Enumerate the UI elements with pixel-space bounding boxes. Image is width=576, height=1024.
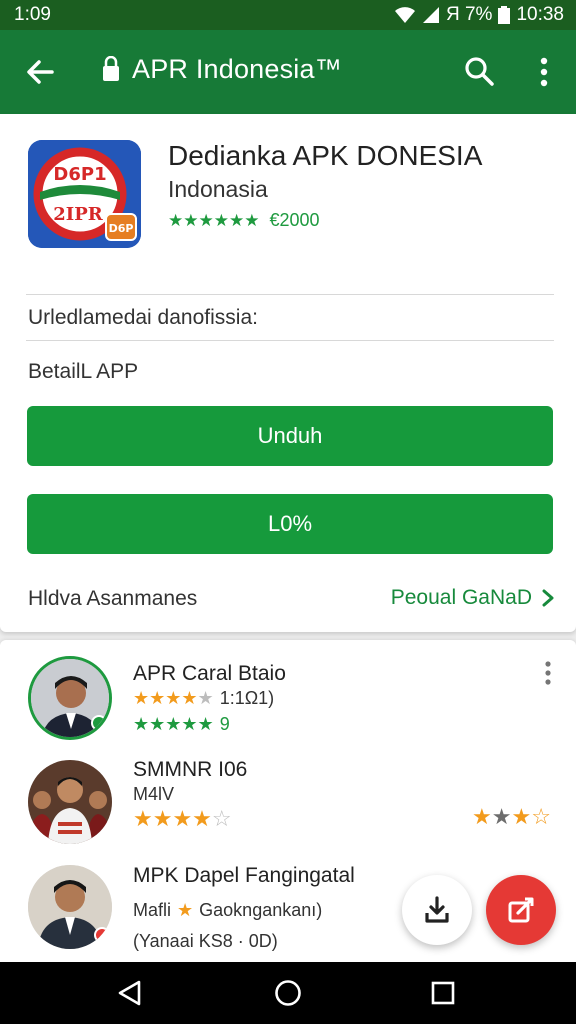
avatar[interactable] <box>28 865 112 949</box>
edit-icon <box>508 897 534 923</box>
wifi-icon <box>394 7 415 23</box>
review-stars: ★★★★★ <box>133 714 214 734</box>
progress-button[interactable]: L0% <box>27 494 553 554</box>
review-right-stars: ★★★☆ <box>472 804 551 830</box>
divider <box>26 294 554 295</box>
app-bar: APR Indonesia™ <box>0 30 576 114</box>
app-icon-text-top: D6P1 <box>53 164 106 185</box>
review-stars-empty: ☆ <box>211 806 232 831</box>
see-more-link[interactable]: Peoual GaNaD <box>391 586 554 610</box>
review-subtitle: Mafli ★ Gaokngankanı) <box>133 900 322 921</box>
review-meta: Gaokngankanı) <box>199 900 323 920</box>
nav-home-icon[interactable] <box>273 978 303 1008</box>
nav-recents-icon[interactable] <box>428 978 458 1008</box>
star-half: ☆ <box>531 804 551 829</box>
chevron-right-icon <box>542 589 554 607</box>
review-stars-empty: ★ <box>197 688 214 708</box>
app-price: €2000 <box>269 210 320 230</box>
avatar[interactable] <box>28 656 112 740</box>
detail-label: BetailL APP <box>28 360 139 383</box>
review-date-text: (Yanaai KS8 · 0D) <box>133 931 278 951</box>
download-button[interactable]: Unduh <box>27 406 553 466</box>
review-author: Mafli <box>133 900 172 920</box>
review-date: (Yanaai KS8 · 0D) <box>133 931 278 952</box>
nav-back-icon[interactable] <box>115 978 145 1008</box>
star-dark: ★ <box>491 804 512 829</box>
app-subtitle: Indonasia <box>168 176 268 202</box>
app-detail-card: D6P1 2IPR D6P Dedianka APK DONESIA Indon… <box>0 114 576 632</box>
app-name: Dedianka APK DONESIA <box>168 140 483 171</box>
app-description: Urledlamedai danofissia: <box>28 306 258 329</box>
review-stars: ★★★★ <box>133 688 198 708</box>
review-rating-line: ★★★★★ 1:1Ω1) <box>133 688 274 709</box>
battery-percent: Я 7% <box>445 4 493 25</box>
see-more-label: Peoual GaNaD <box>390 586 532 609</box>
star-icon: ★ <box>177 900 194 920</box>
more-vert-icon[interactable] <box>530 54 558 90</box>
star-filled: ★ <box>472 804 492 829</box>
divider <box>26 340 554 341</box>
app-rating: ★★★★★★ €2000 <box>168 210 320 231</box>
status-badge <box>94 927 110 943</box>
review-title: MPK Dapel Fangingatal <box>133 864 355 887</box>
rating-stars: ★★★★★★ <box>168 210 260 230</box>
status-clock: 10:38 <box>516 4 564 25</box>
star-filled: ★ <box>511 804 532 829</box>
review-title: APR Caral Btaio <box>133 662 286 685</box>
section-label: Hldva Asanmanes <box>28 587 198 610</box>
review-title: SMMNR I06 <box>133 758 248 781</box>
app-icon-badge-text: D6P <box>109 222 134 235</box>
download-icon <box>425 896 449 923</box>
app-logo-graphic: D6P1 2IPR D6P <box>28 140 141 248</box>
online-badge <box>91 715 107 731</box>
review-score: 9 <box>219 714 230 734</box>
download-fab[interactable] <box>402 875 472 945</box>
app-icon[interactable]: D6P1 2IPR D6P <box>28 140 141 248</box>
signal-icon <box>422 7 439 23</box>
review-more-icon[interactable] <box>541 660 555 686</box>
search-icon[interactable] <box>462 54 496 88</box>
review-subtitle: M4lV <box>133 784 174 805</box>
review-stars: ★★★★ <box>133 806 212 831</box>
share-fab[interactable] <box>486 875 556 945</box>
review-rating-line: ★★★★☆ <box>133 806 232 832</box>
back-arrow-icon[interactable] <box>22 54 58 90</box>
avatar[interactable] <box>28 760 112 844</box>
review-rating-line: ★★★★★ 9 <box>133 714 230 735</box>
app-bar-title: APR Indonesia™ <box>132 54 342 84</box>
status-time: 1:09 <box>14 4 51 25</box>
status-bar: 1:09 Я 7% 10:38 <box>0 0 576 30</box>
battery-icon <box>498 6 511 24</box>
lock-icon <box>103 56 119 81</box>
app-icon-text-bottom: 2IPR <box>53 204 103 225</box>
review-meta: M4lV <box>133 784 175 804</box>
review-count: 1:1Ω1) <box>219 688 275 708</box>
system-nav-bar <box>0 962 576 1024</box>
group-avatar-icon <box>28 760 112 844</box>
